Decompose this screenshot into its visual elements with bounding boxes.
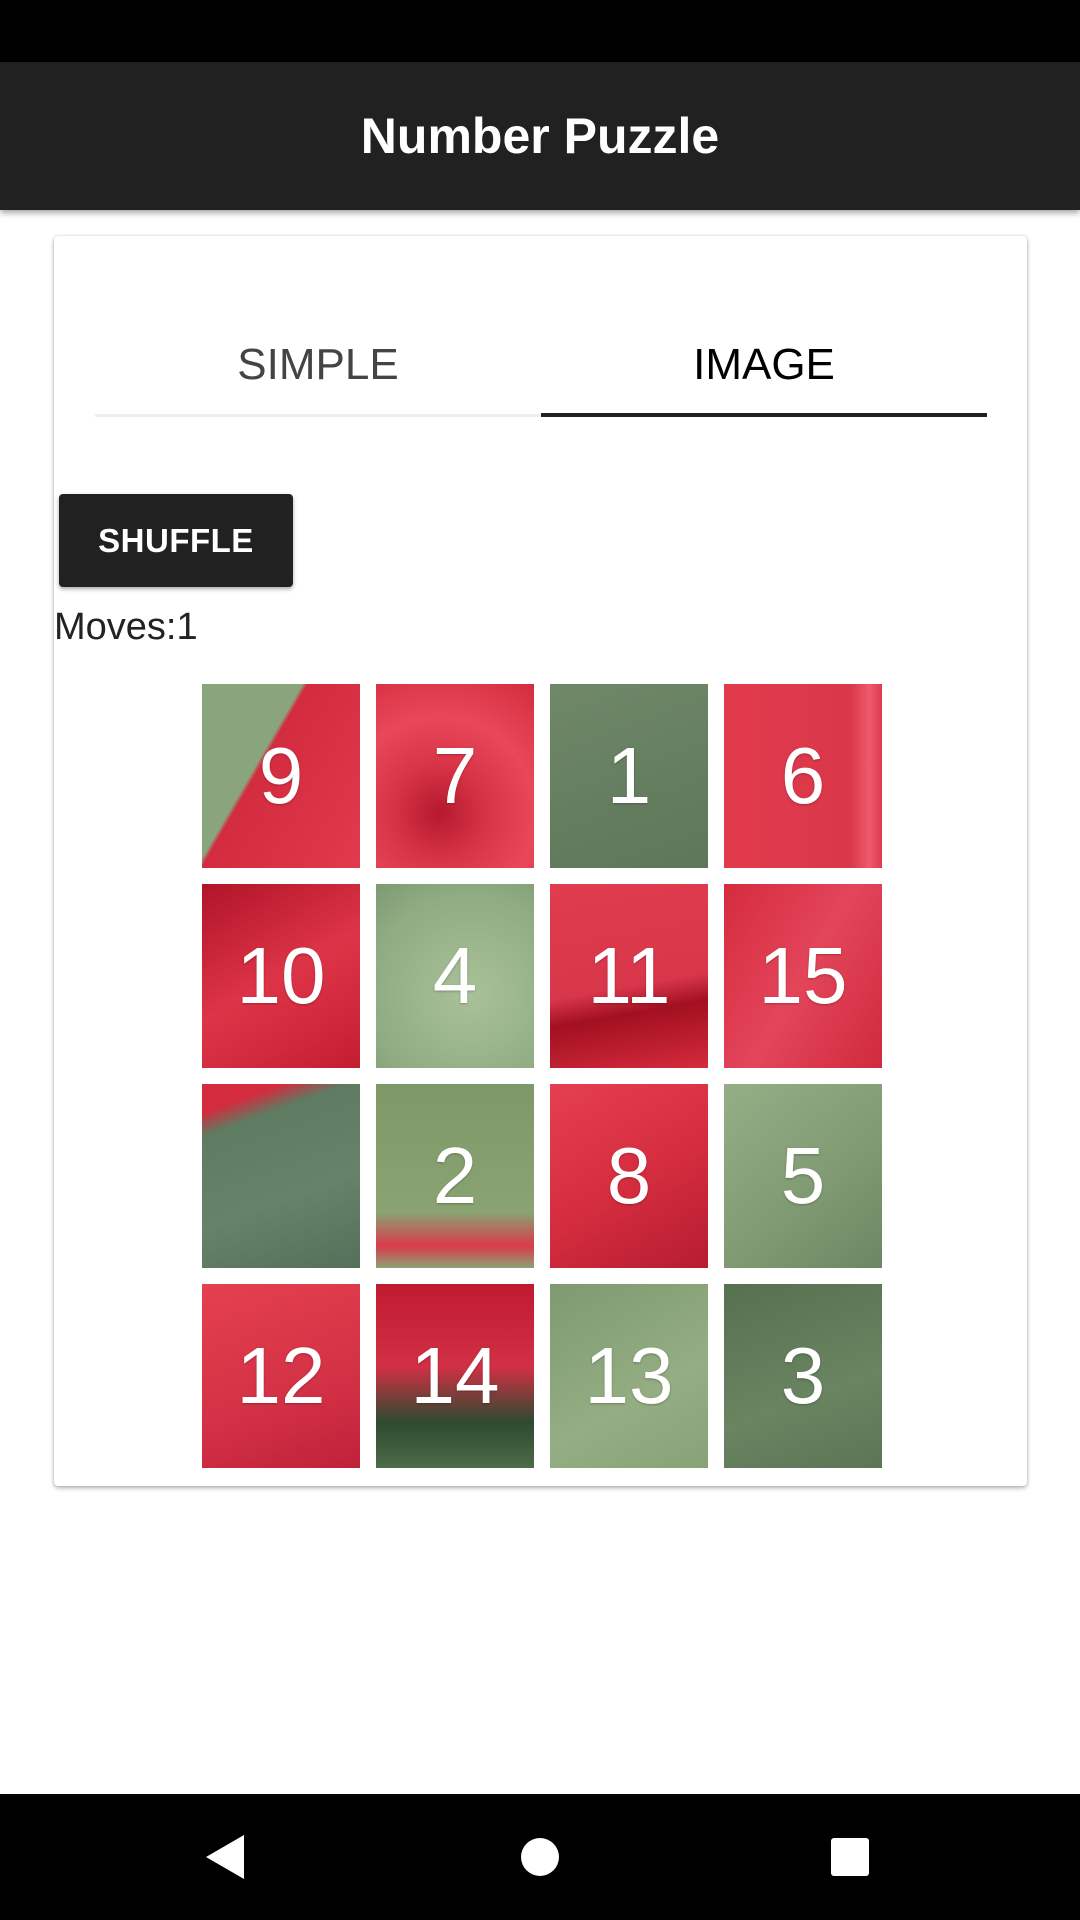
puzzle-tile[interactable]: 9 [202,684,360,868]
puzzle-tile[interactable]: 15 [724,884,882,1068]
tile-number: 10 [236,931,326,1020]
tile-number: 4 [432,931,478,1020]
tab-simple[interactable]: SIMPLE [95,316,541,414]
tab-simple-label: SIMPLE [237,340,399,389]
tile-number: 11 [587,931,671,1020]
app-title: Number Puzzle [360,108,720,164]
puzzle-tile[interactable]: 2 [376,1084,534,1268]
recents-square-icon [831,1838,869,1876]
status-bar [0,0,1080,62]
tile-number: 8 [606,1131,652,1220]
puzzle-tile[interactable]: 3 [724,1284,882,1468]
puzzle-tile[interactable]: 14 [376,1284,534,1468]
tab-image-label: IMAGE [693,340,835,389]
puzzle-tile[interactable]: 4 [376,884,534,1068]
puzzle-tile[interactable]: 7 [376,684,534,868]
tile-number: 12 [236,1331,326,1420]
puzzle-tile[interactable]: 5 [724,1084,882,1268]
recents-button[interactable] [790,1794,910,1920]
tile-number: 1 [606,731,652,820]
tile-number: 2 [432,1131,478,1220]
puzzle-tile[interactable]: 11 [550,884,708,1068]
puzzle-tile[interactable]: 8 [550,1084,708,1268]
tile-number: 13 [584,1331,674,1420]
puzzle-tile[interactable]: 12 [202,1284,360,1468]
moves-counter: Moves:1 [54,606,198,648]
tile-number: 9 [258,731,304,820]
app-bar: Number Puzzle [0,62,1080,210]
tab-bar: SIMPLE IMAGE [95,316,987,417]
shuffle-button[interactable]: SHUFFLE [59,494,293,587]
tile-number: 15 [758,931,848,1020]
tile-number: 14 [410,1331,500,1420]
puzzle-tile[interactable]: 13 [550,1284,708,1468]
tile-number: 6 [780,731,826,820]
tile-number: 5 [780,1131,826,1220]
puzzle-card: SIMPLE IMAGE SHUFFLE Moves:1 9 7 1 6 10 4 11 15… [54,236,1027,1486]
tile-number: 3 [780,1331,826,1420]
puzzle-grid: 9 7 1 6 10 4 11 15 2 8 5 12 14 13 3 [202,684,882,1468]
navigation-bar [0,1794,1080,1920]
puzzle-tile-blank[interactable] [202,1084,360,1268]
puzzle-tile[interactable]: 1 [550,684,708,868]
back-triangle-icon [206,1835,244,1879]
tab-image[interactable]: IMAGE [541,316,987,417]
home-circle-icon [521,1838,559,1876]
home-button[interactable] [480,1794,600,1920]
puzzle-tile[interactable]: 6 [724,684,882,868]
tile-number: 7 [432,731,478,820]
back-button[interactable] [166,1794,286,1920]
puzzle-tile[interactable]: 10 [202,884,360,1068]
